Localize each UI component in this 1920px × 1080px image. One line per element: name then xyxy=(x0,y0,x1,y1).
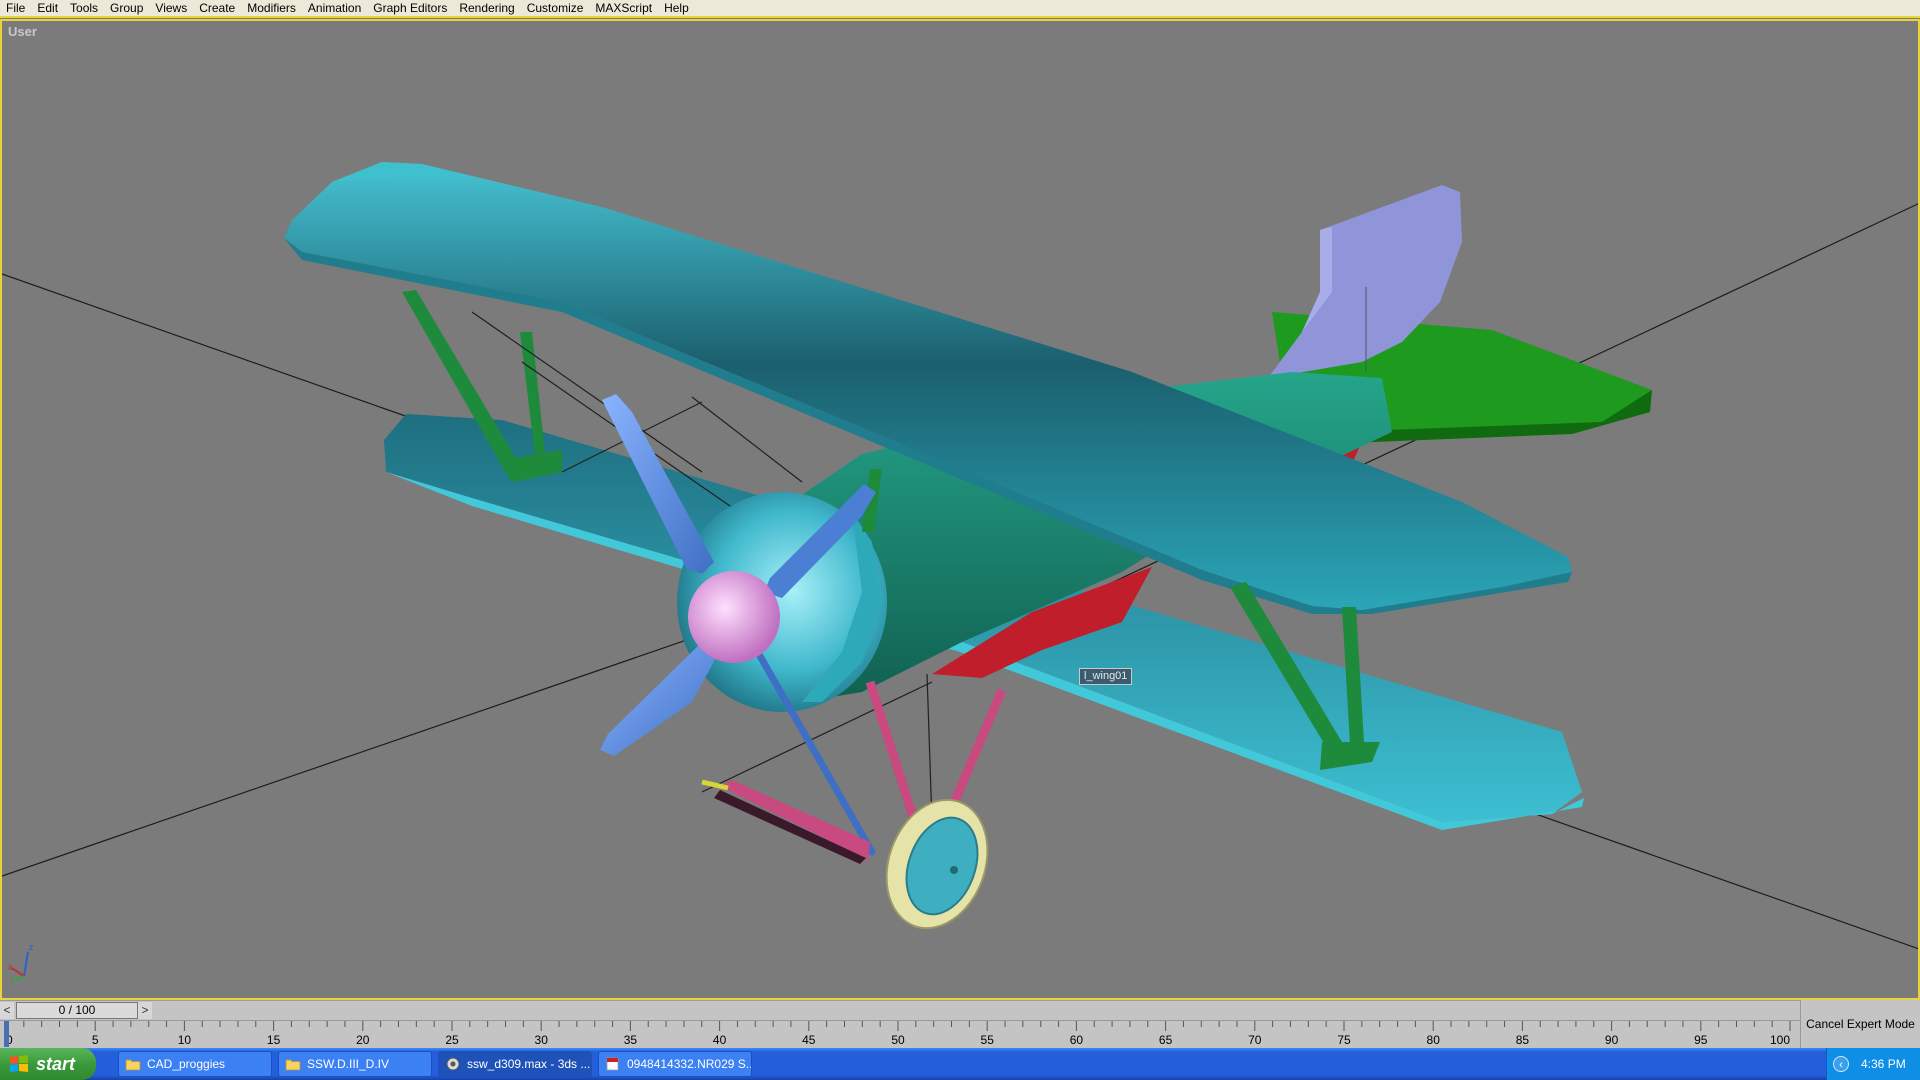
axis-x-label: x xyxy=(8,962,13,972)
track-bar-tick-label: 90 xyxy=(1605,1033,1619,1047)
folder-icon xyxy=(285,1059,301,1071)
menu-file[interactable]: File xyxy=(0,0,31,17)
menu-help[interactable]: Help xyxy=(658,0,695,17)
start-label: start xyxy=(36,1053,76,1074)
taskbar-button-pdf[interactable]: 0948414332.NR029 S... xyxy=(598,1051,752,1077)
menu-views[interactable]: Views xyxy=(149,0,193,17)
object-tooltip: l_wing01 xyxy=(1079,668,1133,685)
menu-maxscript[interactable]: MAXScript xyxy=(589,0,658,17)
track-bar-tick-label: 5 xyxy=(92,1033,99,1047)
wheel[interactable] xyxy=(869,786,1004,943)
menu-edit[interactable]: Edit xyxy=(31,0,64,17)
taskbar-button-label: ssw_d309.max - 3ds ... xyxy=(467,1057,591,1071)
folder-icon xyxy=(125,1059,141,1071)
menu-create[interactable]: Create xyxy=(193,0,241,17)
viewport-label[interactable]: User xyxy=(8,24,37,39)
time-slider-thumb[interactable]: 0 / 100 xyxy=(16,1002,138,1019)
axis-y-label: y xyxy=(11,974,16,984)
track-bar-tick-label: 10 xyxy=(178,1033,192,1047)
taskbar-button-label: CAD_proggies xyxy=(147,1057,226,1071)
menu-group[interactable]: Group xyxy=(104,0,149,17)
time-slider-prev-button[interactable]: < xyxy=(0,1002,14,1019)
track-bar-tick-label: 30 xyxy=(535,1033,549,1047)
clock[interactable]: 4:36 PM xyxy=(1861,1057,1906,1071)
pdf-icon xyxy=(606,1057,619,1071)
taskbar-button-ssw-folder[interactable]: SSW.D.III_D.IV xyxy=(278,1051,432,1077)
track-bar-tick-label: 50 xyxy=(891,1033,905,1047)
system-tray: ‹ 4:36 PM xyxy=(1826,1048,1920,1080)
taskbar-button-3dsmax[interactable]: ssw_d309.max - 3ds ... xyxy=(438,1051,592,1077)
menu-customize[interactable]: Customize xyxy=(521,0,590,17)
time-slider[interactable]: < 0 / 100 > xyxy=(0,1000,1800,1020)
windows-taskbar: start CAD_proggies SSW.D.III_D.IV ssw_d3… xyxy=(0,1048,1920,1080)
taskbar-button-label: SSW.D.III_D.IV xyxy=(307,1057,390,1071)
menu-rendering[interactable]: Rendering xyxy=(453,0,520,17)
axis-z-label: z xyxy=(29,942,34,952)
tray-expand-icon[interactable]: ‹ xyxy=(1833,1056,1849,1072)
axis-tripod-icon: z x y xyxy=(8,942,34,984)
track-bar-tick-label: 45 xyxy=(802,1033,816,1047)
track-bar-tick-label: 100 xyxy=(1770,1033,1790,1047)
track-bar-tick-label: 20 xyxy=(356,1033,370,1047)
track-bar-tick-label: 80 xyxy=(1427,1033,1441,1047)
current-frame-marker xyxy=(4,1021,9,1047)
track-bar-tick-label: 55 xyxy=(981,1033,995,1047)
time-slider-next-button[interactable]: > xyxy=(138,1002,152,1019)
track-bar-tick-label: 25 xyxy=(445,1033,459,1047)
track-bar-tick-label: 85 xyxy=(1516,1033,1530,1047)
viewport-scene[interactable]: z x y xyxy=(2,21,1920,1000)
track-bar-tick-label: 15 xyxy=(267,1033,281,1047)
perspective-viewport[interactable]: z x y User l_wing01 xyxy=(0,19,1920,1000)
menu-graph-editors[interactable]: Graph Editors xyxy=(367,0,453,17)
menu-bar: File Edit Tools Group Views Create Modif… xyxy=(0,0,1920,18)
track-bar-tick-label: 75 xyxy=(1337,1033,1351,1047)
track-bar-tick-label: 95 xyxy=(1694,1033,1708,1047)
3dsmax-icon xyxy=(446,1057,460,1071)
menu-modifiers[interactable]: Modifiers xyxy=(241,0,302,17)
start-button[interactable]: start xyxy=(0,1048,96,1080)
taskbar-button-cad-proggies[interactable]: CAD_proggies xyxy=(118,1051,272,1077)
windows-flag-icon xyxy=(10,1055,28,1072)
track-bar-tick-label: 65 xyxy=(1159,1033,1173,1047)
track-bar-tick-label: 35 xyxy=(624,1033,638,1047)
menu-tools[interactable]: Tools xyxy=(64,0,104,17)
track-bar-tick-label: 70 xyxy=(1248,1033,1262,1047)
taskbar-button-label: 0948414332.NR029 S... xyxy=(627,1057,752,1071)
track-bar[interactable]: 0 5 10 15 20 25 30 35 40 45 50 55 60 65 70 75 80 85 90 95 10… xyxy=(0,1020,1800,1048)
track-bar-tick-label: 40 xyxy=(713,1033,727,1047)
track-bar-ruler: 0 5 10 15 20 25 30 35 40 45 50 55 60 65 70 75 80 85 90 95 10… xyxy=(4,1021,1791,1047)
cancel-expert-mode-button[interactable]: Cancel Expert Mode xyxy=(1800,1000,1920,1048)
track-bar-tick-label: 60 xyxy=(1070,1033,1084,1047)
menu-animation[interactable]: Animation xyxy=(302,0,367,17)
